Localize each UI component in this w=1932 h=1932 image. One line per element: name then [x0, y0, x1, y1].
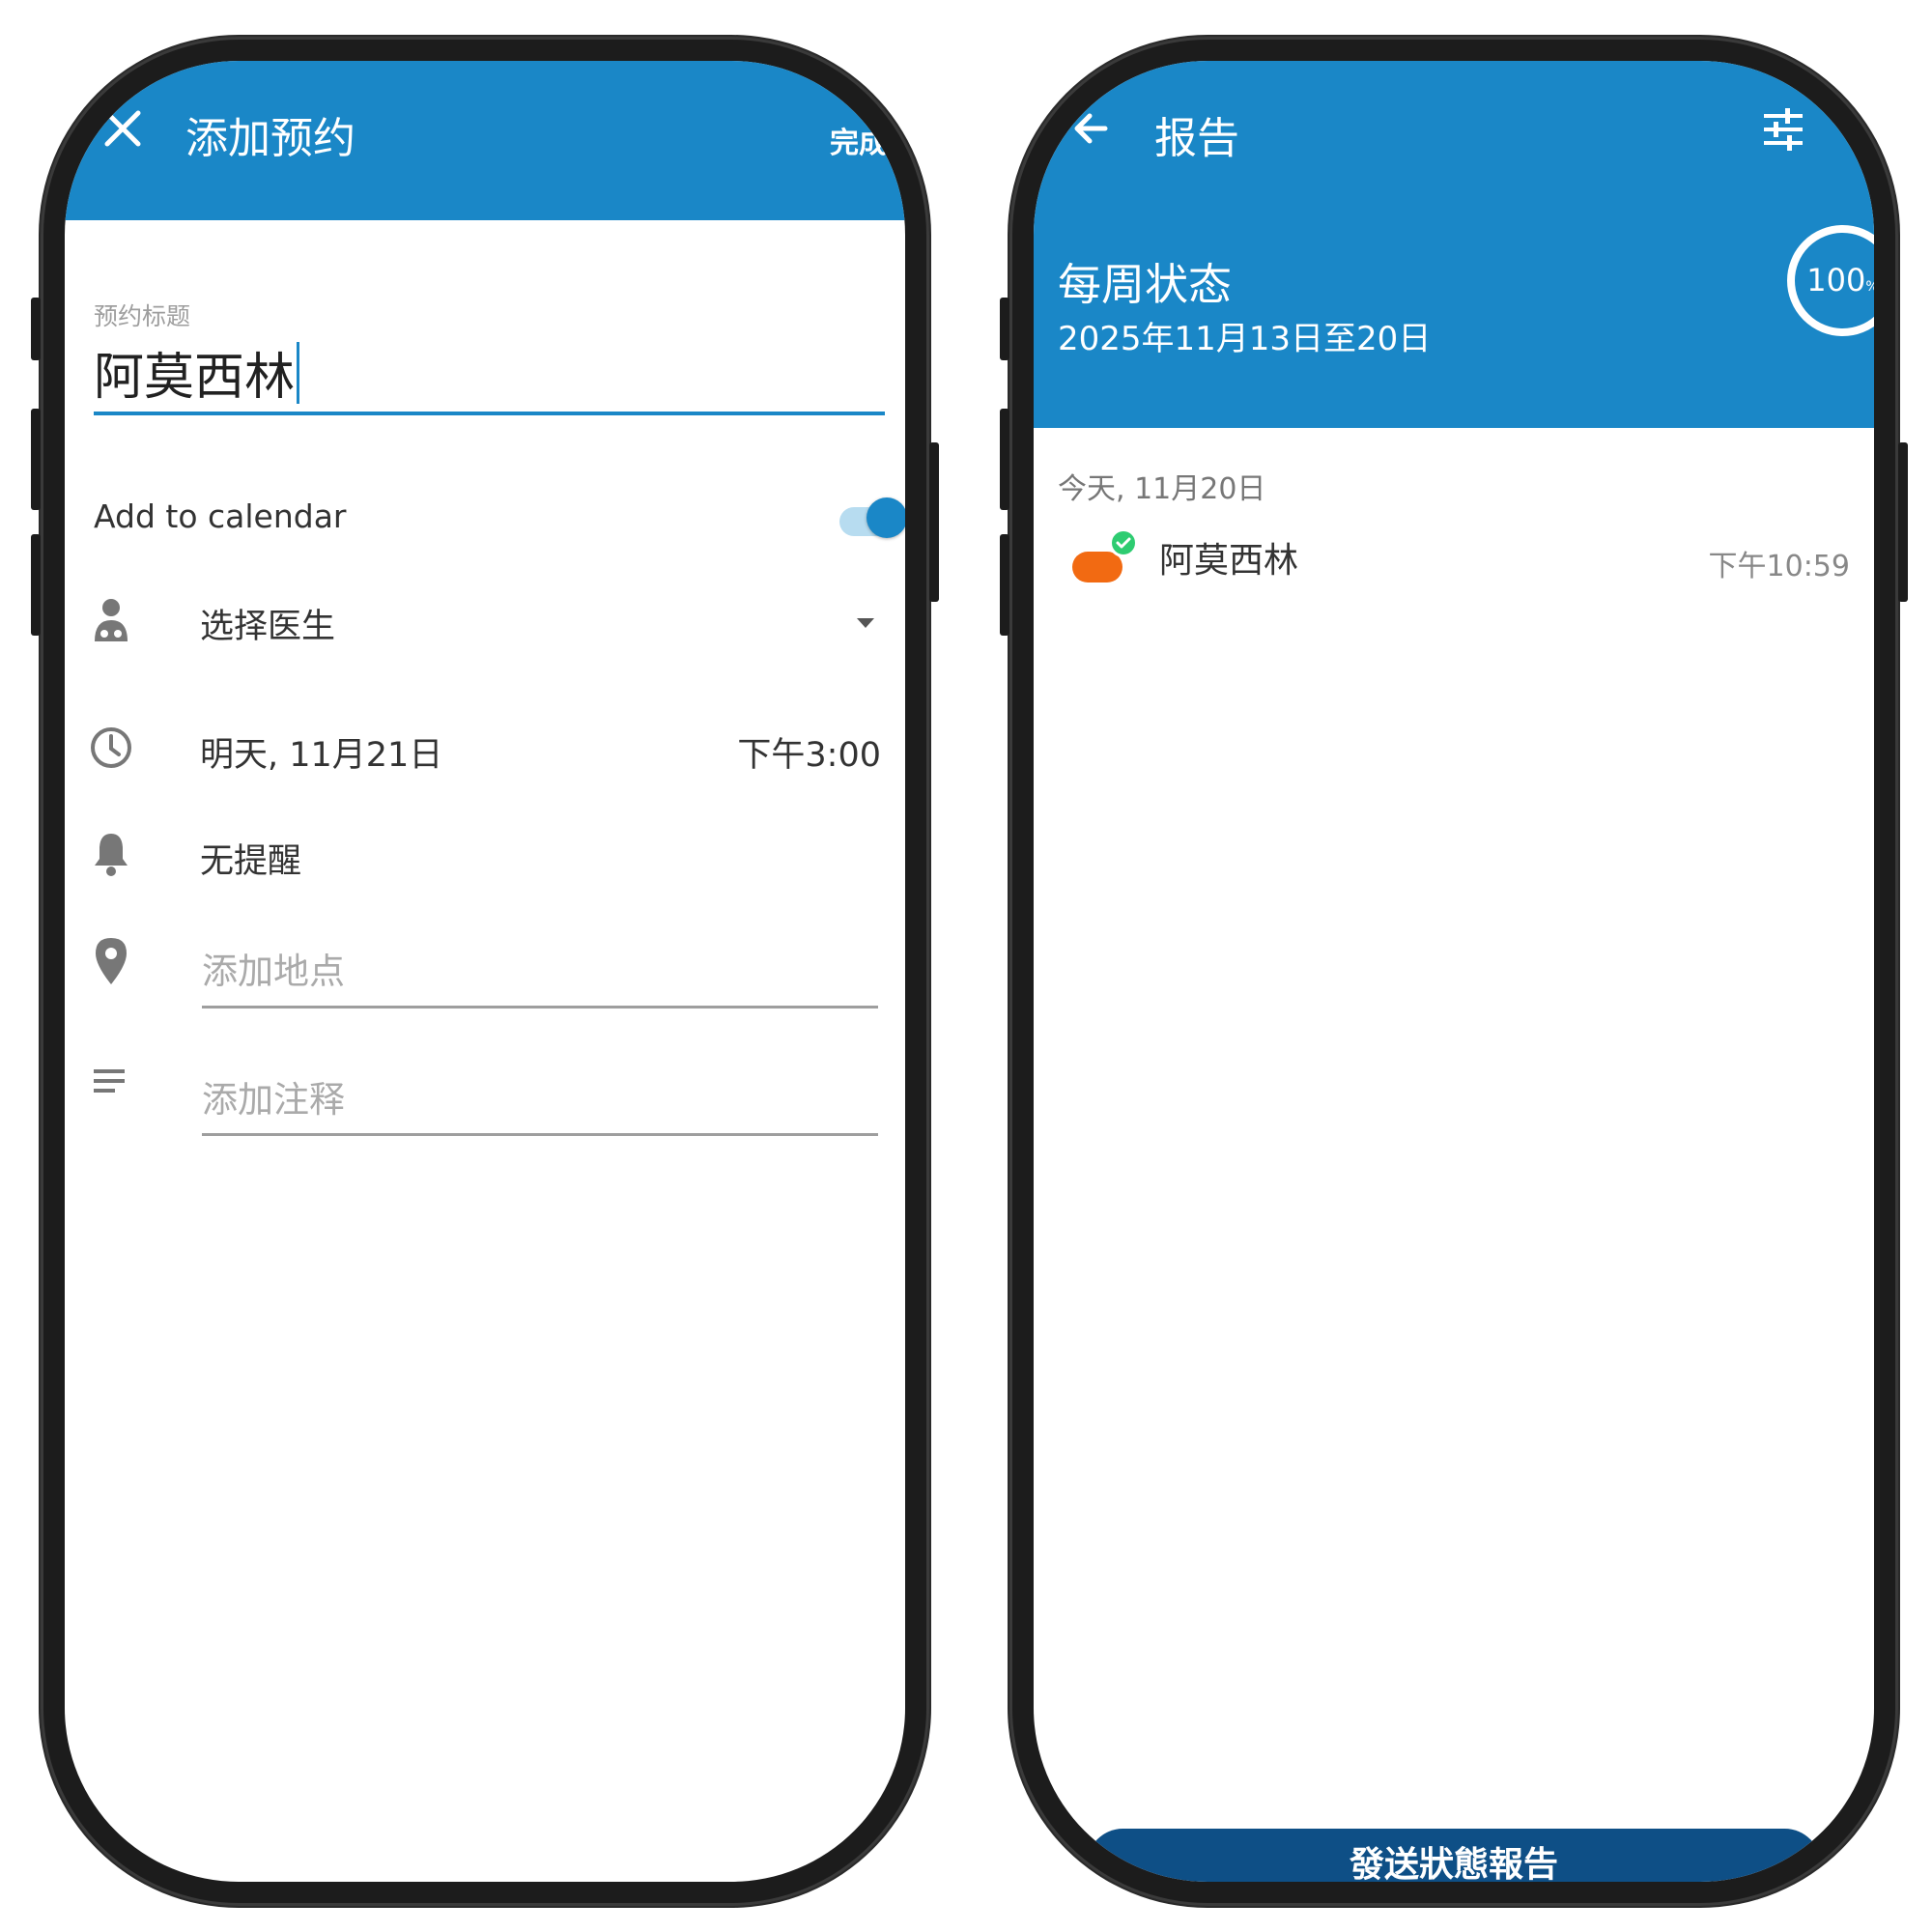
clock-icon [89, 725, 133, 770]
dose-time: 下午10:59 [1708, 550, 1850, 583]
phone-frame-right: 报告 每周状态 2025年11月13日至20日 100% 今天, 11月20日 … [1000, 37, 1908, 1906]
checkmark-icon [1109, 528, 1138, 557]
reminder-selector[interactable]: 无提醒 [200, 834, 301, 883]
title-field-value: 阿莫西林 [94, 349, 296, 407]
side-button [31, 534, 41, 636]
notes-icon [94, 1067, 127, 1096]
side-button [1000, 409, 1009, 510]
location-input[interactable]: 添加地点 [202, 942, 345, 994]
date-section-header: 今天, 11月20日 [1058, 472, 1266, 506]
calendar-toggle-knob[interactable] [867, 497, 905, 538]
adherence-percent: 100% [1787, 225, 1874, 336]
medication-name[interactable]: 阿莫西林 [1159, 532, 1298, 582]
time-selector[interactable]: 下午3:00 [737, 727, 881, 777]
bell-icon [92, 830, 130, 878]
side-button [1000, 298, 1009, 360]
more-vertical-icon[interactable] [1835, 99, 1874, 157]
side-button [31, 409, 41, 510]
location-pin-icon [92, 936, 130, 986]
title-field-label: 预约标题 [94, 302, 191, 330]
text-cursor [297, 342, 300, 404]
back-arrow-icon[interactable] [1063, 99, 1121, 157]
date-selector[interactable]: 明天, 11月21日 [200, 727, 442, 777]
side-button [929, 442, 939, 602]
date-range: 2025年11月13日至20日 [1058, 320, 1432, 358]
add-to-calendar-label: Add to calendar [94, 497, 347, 535]
pill-icon [1072, 552, 1122, 582]
report-screen: 报告 每周状态 2025年11月13日至20日 100% 今天, 11月20日 … [1034, 61, 1874, 1882]
notes-underline [202, 1133, 878, 1136]
side-button [31, 298, 41, 360]
title-field-underline [94, 412, 885, 415]
page-title: 添加预约 [185, 114, 355, 163]
title-field[interactable]: 阿莫西林 [94, 336, 300, 409]
percent-unit: % [1865, 279, 1874, 295]
send-status-report-button[interactable]: 發送狀態報告 [1087, 1829, 1821, 1882]
chevron-down-icon[interactable] [855, 616, 876, 630]
close-icon[interactable] [94, 99, 152, 157]
location-underline [202, 1006, 878, 1009]
doctor-icon [92, 597, 130, 645]
done-button[interactable]: 完成 [830, 119, 888, 161]
side-button [1000, 534, 1009, 636]
add-appointment-screen: 添加预约 完成 预约标题 阿莫西林 Add to calendar 选择医生 明… [65, 61, 905, 1882]
page-title: 报告 [1154, 114, 1239, 163]
side-button [1898, 442, 1908, 602]
percent-value: 100 [1806, 262, 1866, 298]
notes-input[interactable]: 添加注释 [202, 1070, 345, 1122]
weekly-status-title: 每周状态 [1058, 259, 1233, 310]
filter-sliders-icon[interactable] [1758, 104, 1808, 155]
select-doctor-dropdown[interactable]: 选择医生 [200, 599, 335, 648]
phone-frame-left: 添加预约 完成 预约标题 阿莫西林 Add to calendar 选择医生 明… [31, 37, 939, 1906]
